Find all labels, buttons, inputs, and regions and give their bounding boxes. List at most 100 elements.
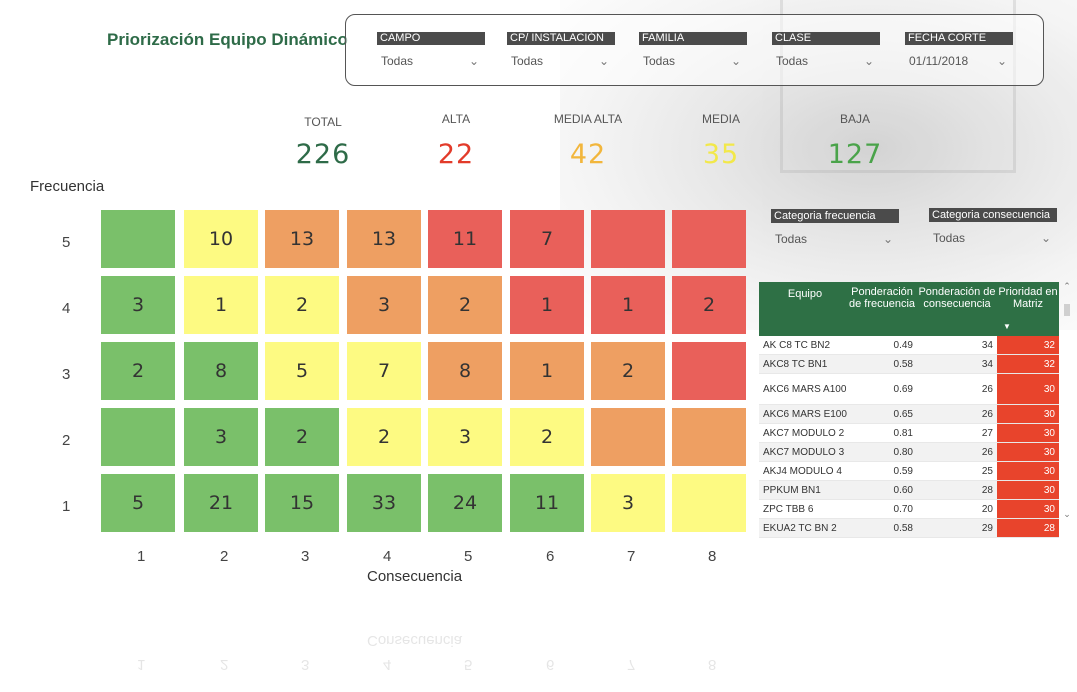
matrix-cell[interactable]: 11 [510,474,584,532]
matrix-cell[interactable] [672,342,746,400]
cell-pond-consecuencia: 34 [981,339,993,351]
matrix-cell[interactable]: 2 [101,342,175,400]
equipment-table[interactable]: Equipo Ponderación de frecuencia Pondera… [759,282,1059,538]
cell-pond-frecuencia: 0.70 [893,503,913,515]
matrix-cell[interactable]: 3 [184,408,258,466]
slicer-categoria-consecuencia[interactable]: Categoria consecuencia Todas ⌄ [929,208,1057,245]
cell-prioridad: 30 [997,481,1059,499]
matrix-cell[interactable]: 13 [265,210,339,268]
header-prioridad-matriz[interactable]: Prioridad en Matriz ▼ [997,282,1059,336]
table-row[interactable]: AKC6 MARS E100 0.65 26 30 [759,405,1059,424]
matrix-cell[interactable]: 11 [428,210,502,268]
chevron-down-icon[interactable]: ⌄ [883,232,893,246]
matrix-cell[interactable]: 2 [591,342,665,400]
matrix-cell[interactable] [591,210,665,268]
matrix-cell[interactable]: 1 [184,276,258,334]
cell-pond-consecuencia: 27 [981,427,993,439]
row-label: 5 [62,234,71,251]
matrix-cell[interactable] [672,474,746,532]
table-row[interactable]: AKC7 MODULO 3 0.80 26 30 [759,443,1059,462]
matrix-cell[interactable]: 1 [510,276,584,334]
header-ponderacion-consecuencia[interactable]: Ponderación de consecuencia [917,282,997,336]
matrix-cell[interactable]: 13 [347,210,421,268]
matrix-cell[interactable]: 5 [101,474,175,532]
chevron-down-icon[interactable]: ⌄ [864,54,874,68]
matrix-cell[interactable] [591,408,665,466]
slicer-instalacion[interactable]: CP/ INSTALACIÓN Todas ⌄ [507,32,615,68]
cell-equipo: AKC8 TC BN1 [763,358,828,370]
row-label: 1 [62,498,71,515]
header-ponderacion-frecuencia[interactable]: Ponderación de frecuencia [847,282,917,336]
matrix-cell[interactable]: 7 [347,342,421,400]
cell-equipo: AKC7 MODULO 2 [763,427,845,439]
matrix-cell[interactable]: 2 [347,408,421,466]
col-label: 5 [464,548,473,565]
matrix-cell[interactable]: 3 [428,408,502,466]
matrix-cell[interactable]: 2 [428,276,502,334]
scroll-thumb[interactable] [1064,304,1070,316]
table-row[interactable]: AK C8 TC BN2 0.49 34 32 [759,336,1059,355]
matrix-cell[interactable]: 7 [510,210,584,268]
slicer-instalacion-value: Todas [511,54,544,68]
chevron-down-icon[interactable]: ⌄ [997,54,1007,68]
cell-pond-frecuencia: 0.58 [893,358,913,370]
slicer-fecha-corte[interactable]: FECHA CORTE 01/11/2018 ⌄ [905,32,1013,68]
matrix-cell[interactable]: 21 [184,474,258,532]
slicer-campo-value: Todas [381,54,414,68]
header-equipo[interactable]: Equipo [759,282,847,336]
matrix-cell[interactable]: 8 [428,342,502,400]
matrix-cell[interactable]: 1 [591,276,665,334]
matrix-cell[interactable]: 8 [184,342,258,400]
slicer-clase[interactable]: CLASE Todas ⌄ [772,32,880,68]
matrix-cell[interactable]: 3 [591,474,665,532]
chevron-down-icon[interactable]: ⌄ [599,54,609,68]
matrix-cell[interactable]: 3 [347,276,421,334]
matrix-cell[interactable] [672,408,746,466]
table-row[interactable]: AKC6 MARS A100 0.69 26 30 [759,374,1059,405]
slicer-campo[interactable]: CAMPO Todas ⌄ [377,32,485,68]
kpi-media-alta-label: MEDIA ALTA [553,112,623,126]
matrix-cell[interactable]: 10 [184,210,258,268]
cell-equipo: AKC6 MARS A100 [763,383,847,395]
cell-equipo: AKC7 MODULO 3 [763,446,845,458]
table-row[interactable]: EKUA2 TC BN 2 0.58 29 28 [759,519,1059,538]
scroll-up-icon[interactable]: ⌃ [1061,282,1073,292]
matrix-cell[interactable] [672,210,746,268]
matrix-cell[interactable] [101,210,175,268]
table-row[interactable]: AKC8 TC BN1 0.58 34 32 [759,355,1059,374]
table-row[interactable]: AKJ4 MODULO 4 0.59 25 30 [759,462,1059,481]
slicer-categoria-consecuencia-value: Todas [933,231,966,245]
table-row[interactable]: AKC7 MODULO 2 0.81 27 30 [759,424,1059,443]
matrix-cell[interactable]: 2 [510,408,584,466]
table-row[interactable]: ZPC TBB 6 0.70 20 30 [759,500,1059,519]
filter-panel: CAMPO Todas ⌄ CP/ INSTALACIÓN Todas ⌄ FAMI… [345,14,1044,86]
table-row[interactable]: PPKUM BN1 0.60 28 30 [759,481,1059,500]
chevron-down-icon[interactable]: ⌄ [469,54,479,68]
chevron-down-icon[interactable]: ⌄ [731,54,741,68]
kpi-media-alta-value: 42 [569,139,607,170]
chevron-down-icon[interactable]: ⌄ [1041,231,1051,245]
col-label: 4 [383,548,392,565]
col-label: 3 [301,548,310,565]
matrix-cell[interactable]: 33 [347,474,421,532]
matrix-cell[interactable]: 1 [510,342,584,400]
col-label: 6 [546,548,555,565]
cell-pond-consecuencia: 34 [981,358,993,370]
cell-equipo: AK C8 TC BN2 [763,339,831,351]
scroll-down-icon[interactable]: ⌄ [1061,510,1073,520]
slicer-categoria-frecuencia[interactable]: Categoria frecuencia Todas ⌄ [771,209,899,246]
slicer-familia[interactable]: FAMILIA Todas ⌄ [639,32,747,68]
matrix-cell[interactable]: 2 [672,276,746,334]
reflection-col-label: 4 [383,656,392,673]
row-label: 4 [62,300,71,317]
matrix-cell[interactable]: 2 [265,276,339,334]
matrix-cell[interactable]: 15 [265,474,339,532]
cell-pond-consecuencia: 29 [981,522,993,534]
matrix-cell[interactable]: 24 [428,474,502,532]
matrix-cell[interactable]: 5 [265,342,339,400]
matrix-cell[interactable]: 2 [265,408,339,466]
table-scrollbar[interactable]: ⌃ ⌄ [1061,282,1073,538]
sort-desc-icon[interactable]: ▼ [1003,317,1011,333]
matrix-cell[interactable] [101,408,175,466]
matrix-cell[interactable]: 3 [101,276,175,334]
